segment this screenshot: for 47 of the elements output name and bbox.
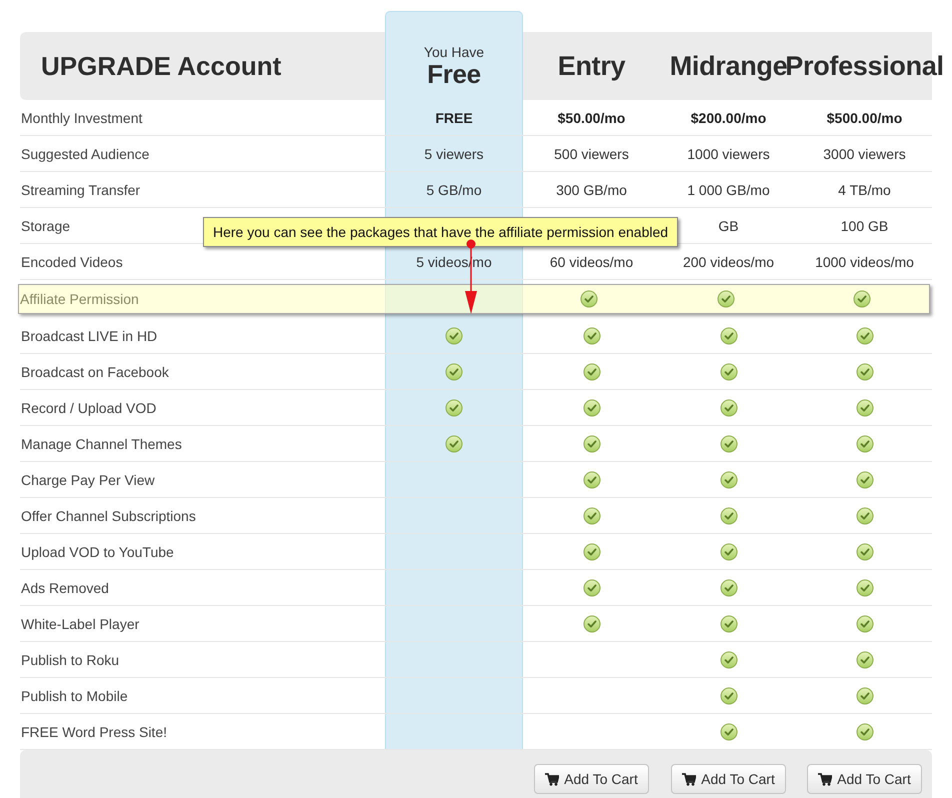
plan-name: Entry: [558, 50, 626, 82]
feature-label: Publish to Mobile: [21, 688, 128, 704]
feature-value: 5 viewers: [424, 146, 484, 162]
feature-value: 1000 viewers: [687, 146, 770, 162]
add-to-cart-button[interactable]: Add To Cart: [534, 764, 649, 794]
price-value: $50.00/mo: [558, 110, 626, 126]
plan-name: Midrange: [670, 50, 788, 82]
feature-value: 200 videos/mo: [682, 254, 774, 270]
feature-label: Publish to Roku: [21, 652, 120, 668]
feature-label: Record / Upload VOD: [21, 400, 156, 416]
page-title: UPGRADE Account: [41, 50, 282, 82]
feature-label: Broadcast LIVE in HD: [21, 328, 158, 344]
feature-value: GB: [718, 218, 739, 234]
feature-value: 1000 videos/mo: [815, 254, 914, 270]
annotation-callout: Here you can see the packages that have the affiliate permission enabled: [203, 217, 678, 247]
feature-label: Offer Channel Subscriptions: [21, 508, 196, 524]
add-to-cart-button[interactable]: Add To Cart: [807, 764, 922, 794]
feature-value: 100 GB: [840, 218, 888, 234]
feature-value: 5 GB/mo: [426, 182, 482, 198]
price-value: FREE: [435, 110, 473, 126]
feature-label: FREE Word Press Site!: [21, 724, 168, 740]
cart-icon: [682, 772, 696, 786]
feature-value: 3000 viewers: [823, 146, 906, 162]
add-to-cart-button[interactable]: Add To Cart: [671, 764, 786, 794]
price-value: $500.00/mo: [826, 110, 902, 126]
feature-label: Suggested Audience: [21, 146, 150, 162]
feature-value: 60 videos/mo: [550, 254, 634, 270]
feature-label: Storage: [21, 218, 70, 234]
feature-value: 4 TB/mo: [838, 182, 891, 198]
feature-value: 300 GB/mo: [556, 182, 627, 198]
feature-label: Affiliate Permission: [20, 291, 139, 307]
feature-label: Upload VOD to YouTube: [21, 544, 174, 560]
feature-label: Ads Removed: [21, 580, 109, 596]
feature-label: Encoded Videos: [21, 254, 123, 270]
feature-value: 1 000 GB/mo: [687, 182, 770, 198]
plan-name: Free: [427, 60, 481, 88]
feature-label: Charge Pay Per View: [21, 472, 155, 488]
feature-label: Streaming Transfer: [21, 182, 140, 198]
price-value: $200.00/mo: [690, 110, 766, 126]
feature-label: White-Label Player: [21, 616, 140, 632]
plan-prefix: You Have: [424, 44, 484, 60]
feature-value: 500 viewers: [554, 146, 629, 162]
cart-icon: [545, 772, 560, 786]
feature-label: Monthly Investment: [21, 110, 142, 126]
feature-label: Manage Channel Themes: [21, 436, 182, 452]
cart-icon: [818, 772, 832, 786]
feature-label: Broadcast on Facebook: [21, 364, 169, 380]
